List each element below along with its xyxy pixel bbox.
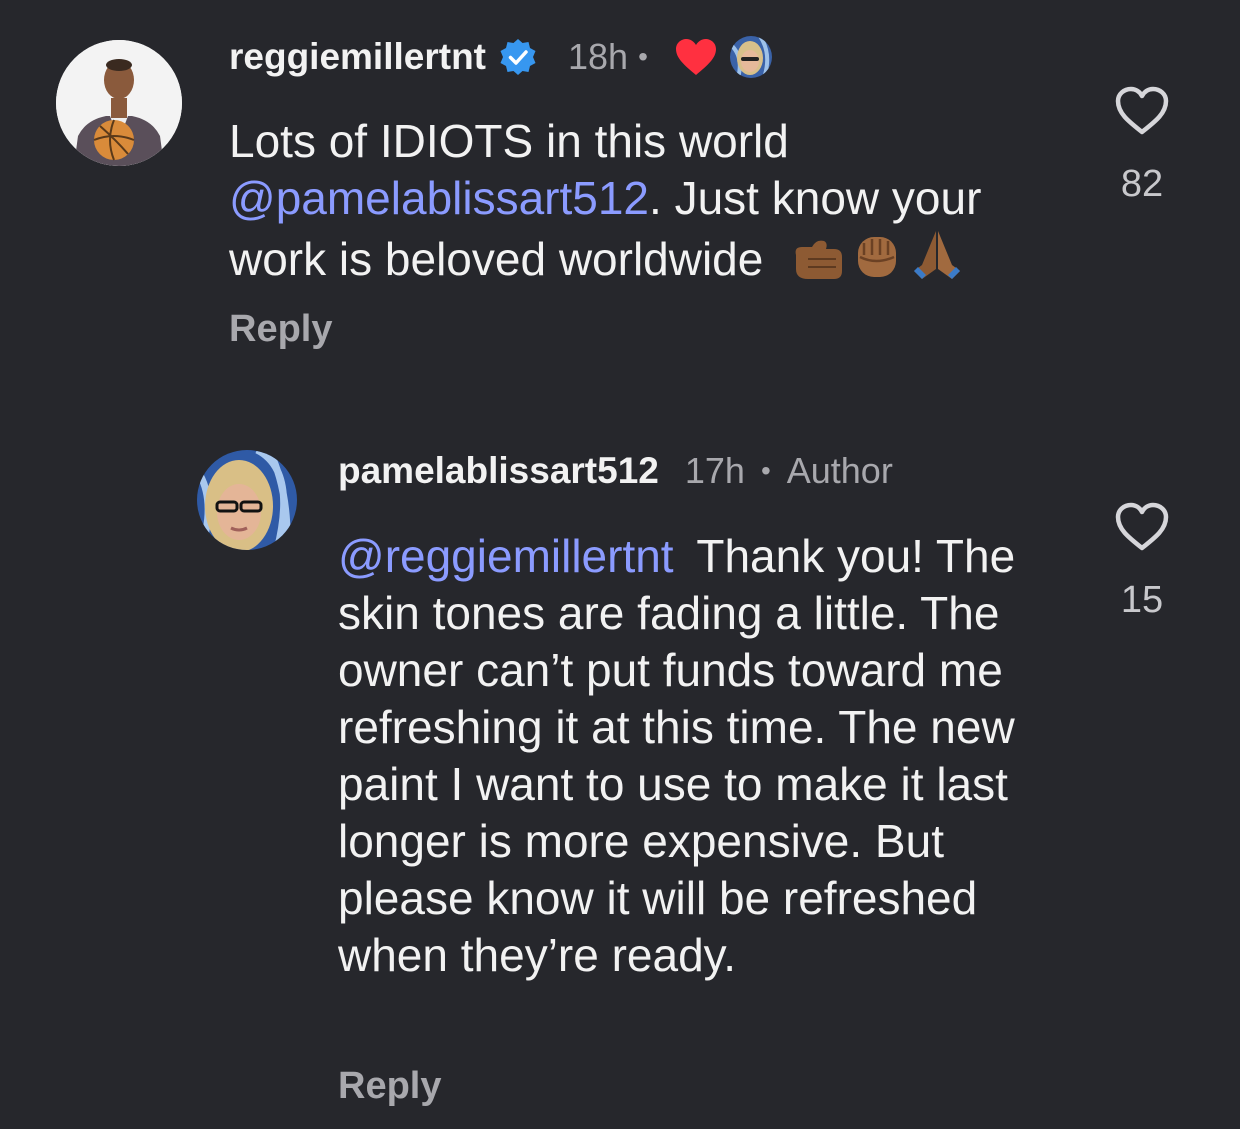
author-label: Author: [786, 450, 893, 491]
like-column: 15: [1102, 502, 1182, 622]
comment-pamelablissart512: pamelablissart512 17h • Author @reggiemi…: [0, 420, 1240, 1129]
meta-separator: •: [638, 41, 648, 72]
comment-reggiemillertnt: reggiemillertnt 18h • Lots of IDIOTS in …: [0, 0, 1240, 380]
call-me-hand-emoji: [790, 235, 844, 294]
heart-outline-icon[interactable]: [1114, 86, 1170, 141]
avatar-portrait-image: [197, 450, 297, 550]
avatar-reggiemillertnt[interactable]: [56, 40, 182, 166]
comment-header: pamelablissart512 17h • Author: [338, 448, 893, 494]
like-column: 82: [1102, 86, 1182, 206]
comment-text-intro: Lots of IDIOTS in this world: [229, 115, 789, 167]
raised-fist-emoji: [850, 227, 904, 294]
comment-header: reggiemillertnt 18h •: [229, 34, 772, 80]
timestamp: 18h: [568, 36, 629, 77]
avatar-portrait-image: [56, 40, 182, 166]
timestamp: 17h: [684, 450, 745, 491]
meta-separator: •: [760, 455, 771, 486]
username[interactable]: pamelablissart512: [338, 450, 659, 492]
verified-badge-icon: [498, 37, 538, 77]
comment-text: Lots of IDIOTS in this world @pamelablis…: [229, 113, 1059, 294]
red-heart-icon: [674, 37, 718, 77]
author-mini-avatar: [729, 36, 772, 78]
like-count: 82: [1120, 163, 1164, 205]
comment-text-body: Thank you! The skin tones are fading a l…: [338, 530, 1016, 981]
like-count: 15: [1120, 579, 1164, 621]
avatar-pamelablissart512[interactable]: [197, 450, 297, 550]
mention-link[interactable]: @reggiemillertnt: [338, 530, 674, 582]
heart-outline-icon[interactable]: [1114, 502, 1170, 557]
reply-button[interactable]: Reply: [229, 308, 332, 351]
mention-link[interactable]: @pamelablissart512: [229, 172, 649, 224]
reply-button[interactable]: Reply: [338, 1065, 441, 1108]
emoji-group: [790, 227, 964, 294]
comment-text: @reggiemillertnt Thank you! The skin ton…: [338, 528, 1038, 984]
folded-hands-emoji: [910, 227, 964, 294]
username[interactable]: reggiemillertnt: [229, 36, 486, 78]
